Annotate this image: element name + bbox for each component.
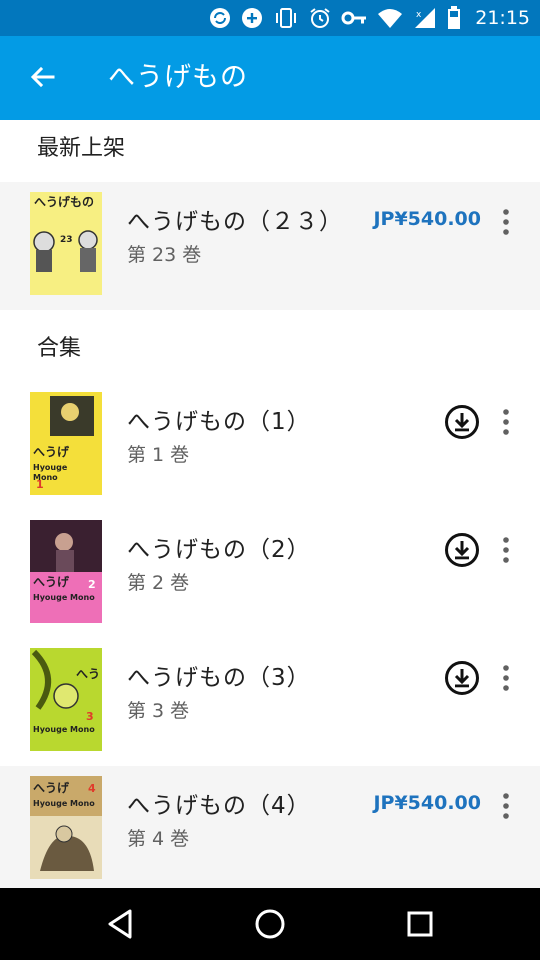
status-time: 21:15	[475, 7, 530, 29]
svg-text:へう: へう	[76, 667, 100, 681]
download-icon	[445, 405, 479, 439]
more-options-button[interactable]	[496, 406, 516, 438]
svg-text:へうげもの: へうげもの	[34, 194, 94, 209]
book-title: へうげもの（3）	[127, 665, 311, 691]
svg-text:1: 1	[36, 478, 44, 491]
list-item[interactable]: へう 3 Hyouge Mono へうげもの（3） 第 3 巻	[0, 638, 540, 766]
book-cover[interactable]: へうげ 4 Hyouge Mono	[30, 776, 102, 879]
add-circle-icon	[242, 8, 263, 28]
more-vert-icon	[503, 537, 509, 563]
list-item[interactable]: へうげ 2 Hyouge Mono へうげもの（2） 第 2 巻	[0, 510, 540, 638]
book-cover[interactable]: へうげもの 23	[30, 192, 102, 295]
book-volume: 第 23 巻	[127, 244, 202, 266]
more-options-button[interactable]	[496, 534, 516, 566]
nav-home-button[interactable]	[252, 906, 288, 942]
book-volume: 第 3 巻	[127, 700, 190, 722]
svg-text:4: 4	[88, 782, 96, 795]
download-icon	[445, 661, 479, 695]
section-header-collection: 合集	[0, 320, 540, 382]
download-button[interactable]	[444, 660, 480, 696]
more-options-button[interactable]	[496, 662, 516, 694]
sync-icon	[210, 8, 231, 28]
svg-text:23: 23	[60, 235, 73, 245]
book-volume: 第 1 巻	[127, 444, 190, 466]
app-bar: へうげもの	[0, 36, 540, 120]
svg-text:Hyouge Mono: Hyouge Mono	[33, 593, 95, 602]
book-volume: 第 4 巻	[127, 828, 190, 850]
vpn-key-icon	[341, 11, 367, 25]
download-button[interactable]	[444, 404, 480, 440]
recents-square-icon	[407, 911, 433, 937]
book-title: へうげもの（2）	[127, 537, 311, 563]
svg-text:Hyouge: Hyouge	[33, 463, 68, 472]
battery-icon	[448, 6, 461, 29]
svg-text:3: 3	[86, 710, 94, 723]
status-bar: x 21:15	[0, 0, 540, 36]
book-title: へうげもの（4）	[127, 793, 311, 819]
svg-text:x: x	[416, 10, 422, 20]
book-title: へうげもの（1）	[127, 409, 311, 435]
page-title: へうげもの	[108, 62, 248, 93]
price-button[interactable]: JP¥540.00	[373, 792, 481, 814]
list-item[interactable]: へうげ Hyouge Mono 1 へうげもの（1） 第 1 巻	[0, 382, 540, 510]
nav-recents-button[interactable]	[402, 906, 438, 942]
svg-text:Hyouge Mono: Hyouge Mono	[33, 725, 95, 734]
book-cover[interactable]: へうげ Hyouge Mono 1	[30, 392, 102, 495]
book-list[interactable]: 最新上架 へうげもの 23 へうげもの（２３） 第 23 巻 JP¥540.00…	[0, 120, 540, 888]
wifi-icon	[378, 9, 403, 28]
alarm-icon	[310, 8, 330, 28]
more-vert-icon	[503, 793, 509, 819]
more-vert-icon	[503, 209, 509, 235]
svg-text:Hyouge Mono: Hyouge Mono	[33, 799, 95, 808]
book-title: へうげもの（２３）	[127, 209, 343, 235]
home-circle-icon	[255, 909, 285, 939]
more-vert-icon	[503, 409, 509, 435]
download-button[interactable]	[444, 532, 480, 568]
svg-text:2: 2	[88, 578, 96, 591]
book-cover[interactable]: へう 3 Hyouge Mono	[30, 648, 102, 751]
list-item[interactable]: へうげもの 23 へうげもの（２３） 第 23 巻 JP¥540.00	[0, 182, 540, 310]
vibrate-icon	[276, 8, 297, 28]
section-header-latest: 最新上架	[0, 120, 540, 182]
status-icons: x 21:15	[209, 0, 530, 36]
book-volume: 第 2 巻	[127, 572, 190, 594]
svg-text:へうげ: へうげ	[33, 780, 70, 795]
nav-back-button[interactable]	[102, 906, 138, 942]
arrow-back-icon	[30, 66, 55, 88]
list-item[interactable]: へうげ 4 Hyouge Mono へうげもの（4） 第 4 巻 JP¥540.…	[0, 766, 540, 888]
back-triangle-icon	[108, 909, 132, 939]
book-cover[interactable]: へうげ 2 Hyouge Mono	[30, 520, 102, 623]
download-icon	[445, 533, 479, 567]
price-button[interactable]: JP¥540.00	[373, 208, 481, 230]
more-options-button[interactable]	[496, 206, 516, 238]
signal-icon: x	[415, 8, 436, 28]
back-button[interactable]	[22, 58, 62, 98]
svg-text:へうげ: へうげ	[33, 574, 70, 589]
navigation-bar	[0, 888, 540, 960]
more-vert-icon	[503, 665, 509, 691]
svg-text:へうげ: へうげ	[33, 444, 70, 459]
more-options-button[interactable]	[496, 790, 516, 822]
